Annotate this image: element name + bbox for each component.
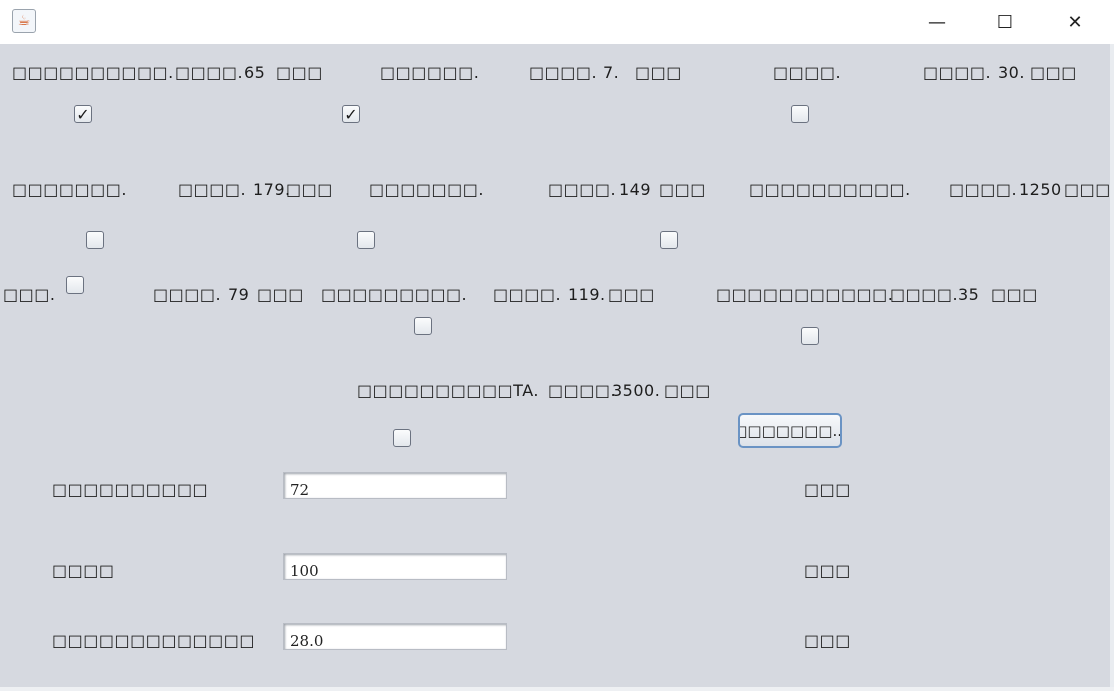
item-price-label: □□□□.	[923, 63, 992, 82]
item-price-label: □□□□.	[153, 285, 222, 304]
item-name-label: □□□□□□□□□□□.	[716, 285, 894, 304]
item-price-value: 30.	[998, 63, 1025, 82]
item-price-label: □□□□.	[890, 285, 959, 304]
item-checkbox[interactable]	[66, 276, 84, 294]
result-field[interactable]: 28.0	[283, 623, 507, 650]
item-checkbox[interactable]	[393, 429, 411, 447]
window-title-bar: ☕ — ☐ ✕	[0, 0, 1114, 44]
calculate-button[interactable]: □□□□□□□...	[738, 413, 842, 448]
item-price-label: □□□□.	[548, 381, 617, 400]
main-panel	[0, 44, 1111, 688]
item-price-label: □□□□.	[175, 63, 244, 82]
item-checkbox[interactable]: ✓	[74, 105, 92, 124]
java-cup-icon: ☕	[12, 9, 36, 33]
item-price-label: □□□□.	[493, 285, 562, 304]
result-field[interactable]: 100	[283, 553, 507, 580]
field-label: □□□□□□□□□□□□□	[52, 631, 256, 650]
item-name-label: □□□□□□□□□□.	[749, 180, 911, 199]
item-price-value: 179.	[253, 180, 291, 199]
item-name-label: □□□□□□□.	[369, 180, 484, 199]
item-checkbox[interactable]	[414, 317, 432, 335]
item-unit-label: □□□	[257, 285, 304, 304]
item-checkbox[interactable]	[357, 231, 375, 249]
item-price-label: □□□□.	[178, 180, 247, 199]
close-button[interactable]: ✕	[1052, 0, 1098, 44]
item-checkbox[interactable]	[86, 231, 104, 249]
item-name-label: □□□□□□.	[380, 63, 480, 82]
item-name-label: □□□□.	[773, 63, 842, 82]
item-price-value: 1250	[1019, 180, 1062, 199]
minimize-button[interactable]: —	[914, 0, 960, 44]
field-label: □□□□	[52, 561, 115, 580]
item-checkbox[interactable]	[660, 231, 678, 249]
background-window-strip	[0, 687, 1114, 691]
item-name-label: □□□.	[3, 285, 56, 304]
item-checkbox[interactable]: ✓	[342, 105, 360, 124]
item-checkbox[interactable]	[791, 105, 809, 123]
item-unit-label: □□□	[664, 381, 711, 400]
item-price-value: 35	[958, 285, 980, 304]
item-unit-label: □□□	[1030, 63, 1077, 82]
item-name-label: □□□□□□□□□□.	[12, 63, 174, 82]
item-name-label: □□□□□□□□□□TA.	[357, 381, 539, 400]
item-unit-label: □□□	[286, 180, 333, 199]
item-unit-label: □□□	[659, 180, 706, 199]
field-unit-label: □□□	[804, 631, 851, 650]
item-name-label: □□□□□□□□□.	[321, 285, 468, 304]
item-price-value: 3500.	[612, 381, 661, 400]
result-field[interactable]: 72	[283, 472, 507, 499]
item-price-value: 119.	[568, 285, 606, 304]
item-unit-label: □□□	[1064, 180, 1111, 199]
item-price-label: □□□□.	[529, 63, 598, 82]
field-label: □□□□□□□□□□	[52, 480, 209, 499]
item-price-value: 65	[244, 63, 266, 82]
item-checkbox[interactable]	[801, 327, 819, 345]
item-name-label: □□□□□□□.	[12, 180, 127, 199]
item-price-value: 149	[619, 180, 652, 199]
maximize-button[interactable]: ☐	[982, 0, 1028, 44]
item-unit-label: □□□	[635, 63, 682, 82]
field-unit-label: □□□	[804, 480, 851, 499]
item-unit-label: □□□	[991, 285, 1038, 304]
item-unit-label: □□□	[608, 285, 655, 304]
item-price-label: □□□□.	[548, 180, 617, 199]
background-window-edge	[1110, 44, 1114, 691]
item-price-value: 7.	[603, 63, 620, 82]
item-price-value: 79	[228, 285, 250, 304]
item-price-label: □□□□.	[949, 180, 1018, 199]
field-unit-label: □□□	[804, 561, 851, 580]
item-unit-label: □□□	[276, 63, 323, 82]
